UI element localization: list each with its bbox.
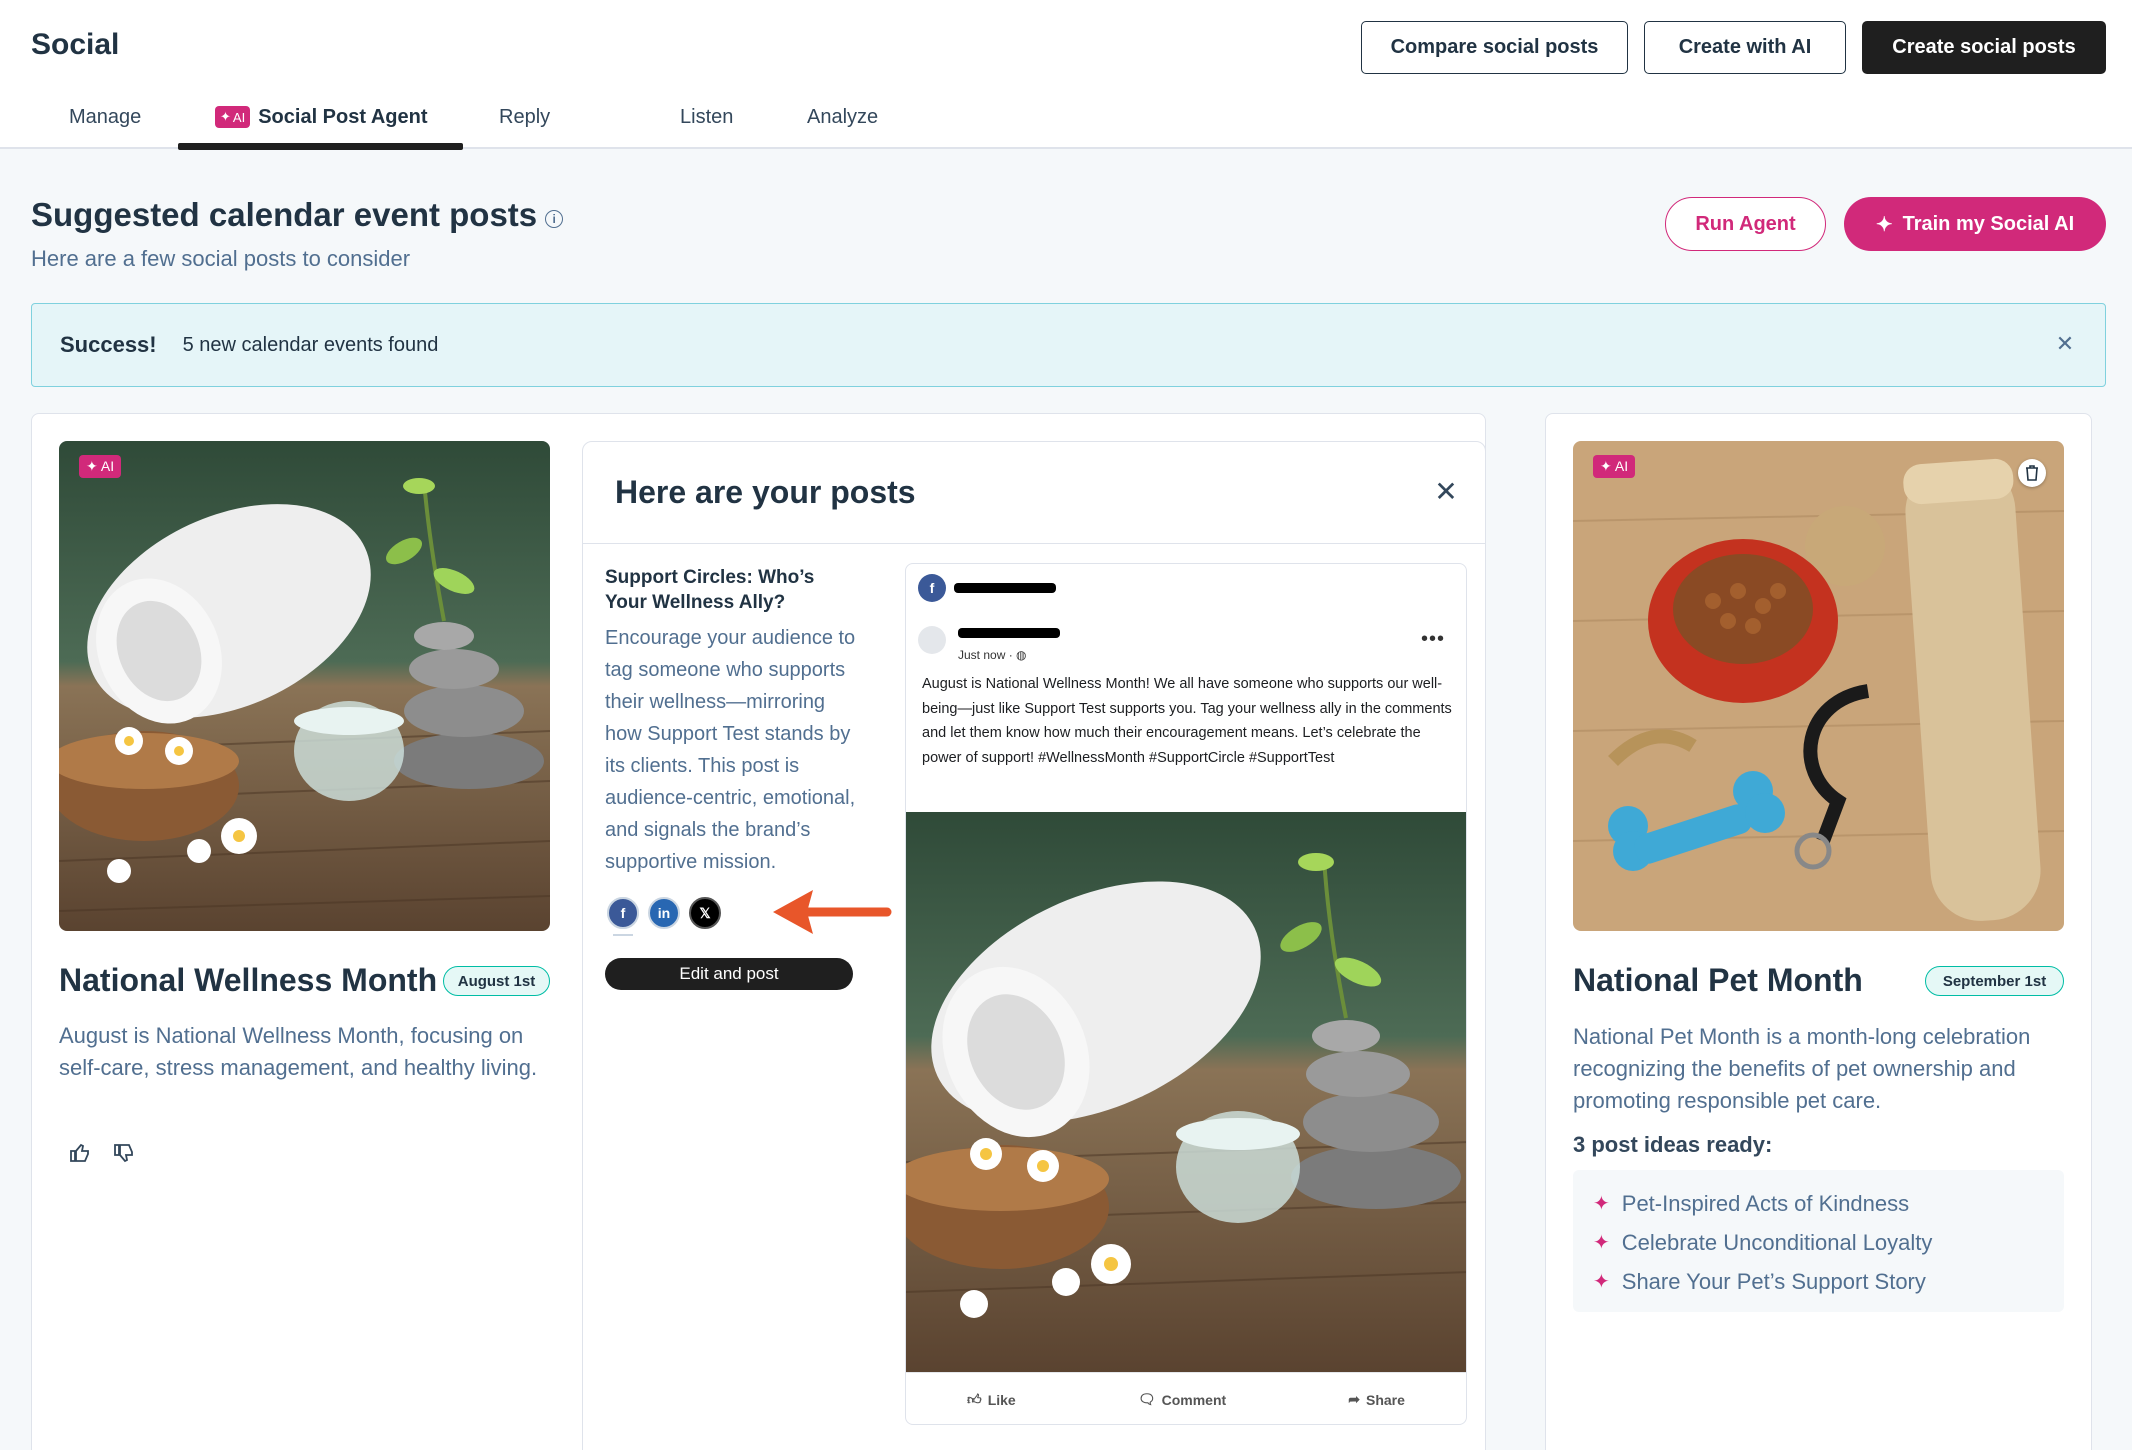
like-button[interactable]: 👍︎ Like: [967, 1391, 1016, 1408]
list-item[interactable]: ✦ Pet-Inspired Acts of Kindness: [1593, 1184, 2064, 1223]
like-icon: 👍︎: [967, 1391, 982, 1407]
posts-panel: Here are your posts ✕ Support Circles: W…: [582, 441, 1486, 1450]
ideas-list: ✦ Pet-Inspired Acts of Kindness ✦ Celebrat…: [1573, 1170, 2064, 1312]
top-bar: Social Compare social posts Create with …: [0, 0, 2132, 150]
post-text: August is National Wellness Month! We al…: [922, 676, 1452, 766]
trash-icon[interactable]: [2018, 459, 2046, 487]
post-title: Support Circles: Who’s Your Wellness All…: [605, 567, 815, 613]
train-label: Train my Social AI: [1902, 212, 2075, 235]
info-icon[interactable]: i: [545, 210, 564, 228]
run-agent-button[interactable]: Run Agent: [1665, 197, 1826, 251]
list-item[interactable]: ✦ Celebrate Unconditional Loyalty: [1593, 1223, 2064, 1262]
tab-label: Social Post Agent: [258, 105, 428, 128]
ideas-title: 3 post ideas ready:: [1573, 1132, 1773, 1157]
create-with-ai-button[interactable]: Create with AI: [1644, 21, 1846, 74]
post-image: [906, 812, 1466, 1372]
comment-button[interactable]: 🗨︎ Comment: [1138, 1391, 1226, 1408]
event-title: National Pet Month: [1573, 962, 1863, 998]
sparkle-icon: ✦: [1593, 1271, 1610, 1293]
ai-badge: ✦ AI: [79, 455, 122, 478]
section-subtitle: Here are a few social posts to consider: [31, 246, 411, 271]
tab-social-post-agent[interactable]: ✦ AI Social Post Agent: [215, 100, 428, 134]
active-tab-indicator: [178, 143, 463, 150]
section-title-text: Suggested calendar event posts: [31, 196, 538, 233]
app-title: Social: [31, 28, 120, 61]
tab-analyze[interactable]: Analyze: [807, 100, 878, 134]
ai-badge: ✦ AI: [1593, 455, 1636, 478]
close-icon[interactable]: ✕: [1431, 476, 1461, 507]
pet-image: ✦ AI: [1573, 441, 2064, 931]
alert-title: Success!: [60, 332, 157, 357]
network-icons: f ◎ in 𝕏: [607, 897, 721, 929]
compare-social-posts-button[interactable]: Compare social posts: [1361, 21, 1628, 74]
ai-badge: ✦ AI: [215, 106, 251, 128]
x-icon[interactable]: 𝕏: [689, 897, 721, 929]
event-description: August is National Wellness Month, focus…: [59, 1023, 538, 1080]
post-description: Encourage your audience to tag someone w…: [605, 627, 856, 873]
thumbs-up-icon[interactable]: [68, 1141, 92, 1165]
sparkle-icon: ✦: [1875, 213, 1893, 236]
success-alert: Success! 5 new calendar events found ✕: [31, 303, 2106, 387]
facebook-post-preview: f Just now · ◍ ••• August is National We…: [905, 563, 1467, 1425]
redacted-account-name: [954, 583, 1056, 593]
selected-network-indicator: [613, 934, 633, 936]
train-social-ai-button[interactable]: ✦ Train my Social AI: [1844, 197, 2106, 251]
share-button[interactable]: ➦ Share: [1348, 1391, 1405, 1408]
create-social-posts-button[interactable]: Create social posts: [1862, 21, 2106, 74]
date-badge: September 1st: [1925, 966, 2064, 996]
list-item[interactable]: ✦ Share Your Pet’s Support Story: [1593, 1262, 2064, 1301]
post-actions: 👍︎ Like 🗨︎ Comment ➦ Share: [906, 1372, 1466, 1424]
tab-reply[interactable]: Reply: [499, 100, 550, 134]
edit-and-post-button[interactable]: Edit and post: [605, 958, 853, 990]
facebook-icon: f: [918, 574, 946, 602]
tab-manage[interactable]: Manage: [69, 100, 141, 134]
globe-icon: ◍: [1016, 648, 1027, 662]
sparkle-icon: ✦: [1593, 1232, 1610, 1254]
linkedin-icon[interactable]: in: [648, 897, 680, 929]
more-options-icon[interactable]: •••: [1421, 628, 1445, 651]
arrow-annotation-icon: [773, 890, 892, 934]
panel-header: Here are your posts ✕: [583, 442, 1485, 544]
event-description: National Pet Month is a month-long celeb…: [1573, 1024, 2031, 1113]
comment-icon: 🗨︎: [1137, 1391, 1156, 1407]
tab-listen[interactable]: Listen: [680, 100, 733, 134]
share-icon: ➦: [1348, 1391, 1360, 1407]
thumbs-down-icon[interactable]: [112, 1141, 136, 1165]
wellness-image: ✦ AI: [59, 441, 550, 931]
facebook-icon[interactable]: f: [607, 897, 639, 929]
date-badge: August 1st: [443, 966, 550, 996]
preview-header: f: [918, 574, 1056, 602]
alert-message: 5 new calendar events found: [182, 333, 439, 356]
close-icon[interactable]: ✕: [2053, 331, 2077, 356]
panel-title: Here are your posts: [615, 474, 916, 510]
post-timestamp: Just now · ◍: [958, 648, 1027, 662]
sparkle-icon: ✦: [1593, 1193, 1610, 1215]
avatar: [918, 626, 946, 654]
redacted-page-name: [958, 628, 1060, 638]
event-title: National Wellness Month: [59, 962, 438, 998]
section-title: Suggested calendar event posts i: [31, 196, 564, 234]
